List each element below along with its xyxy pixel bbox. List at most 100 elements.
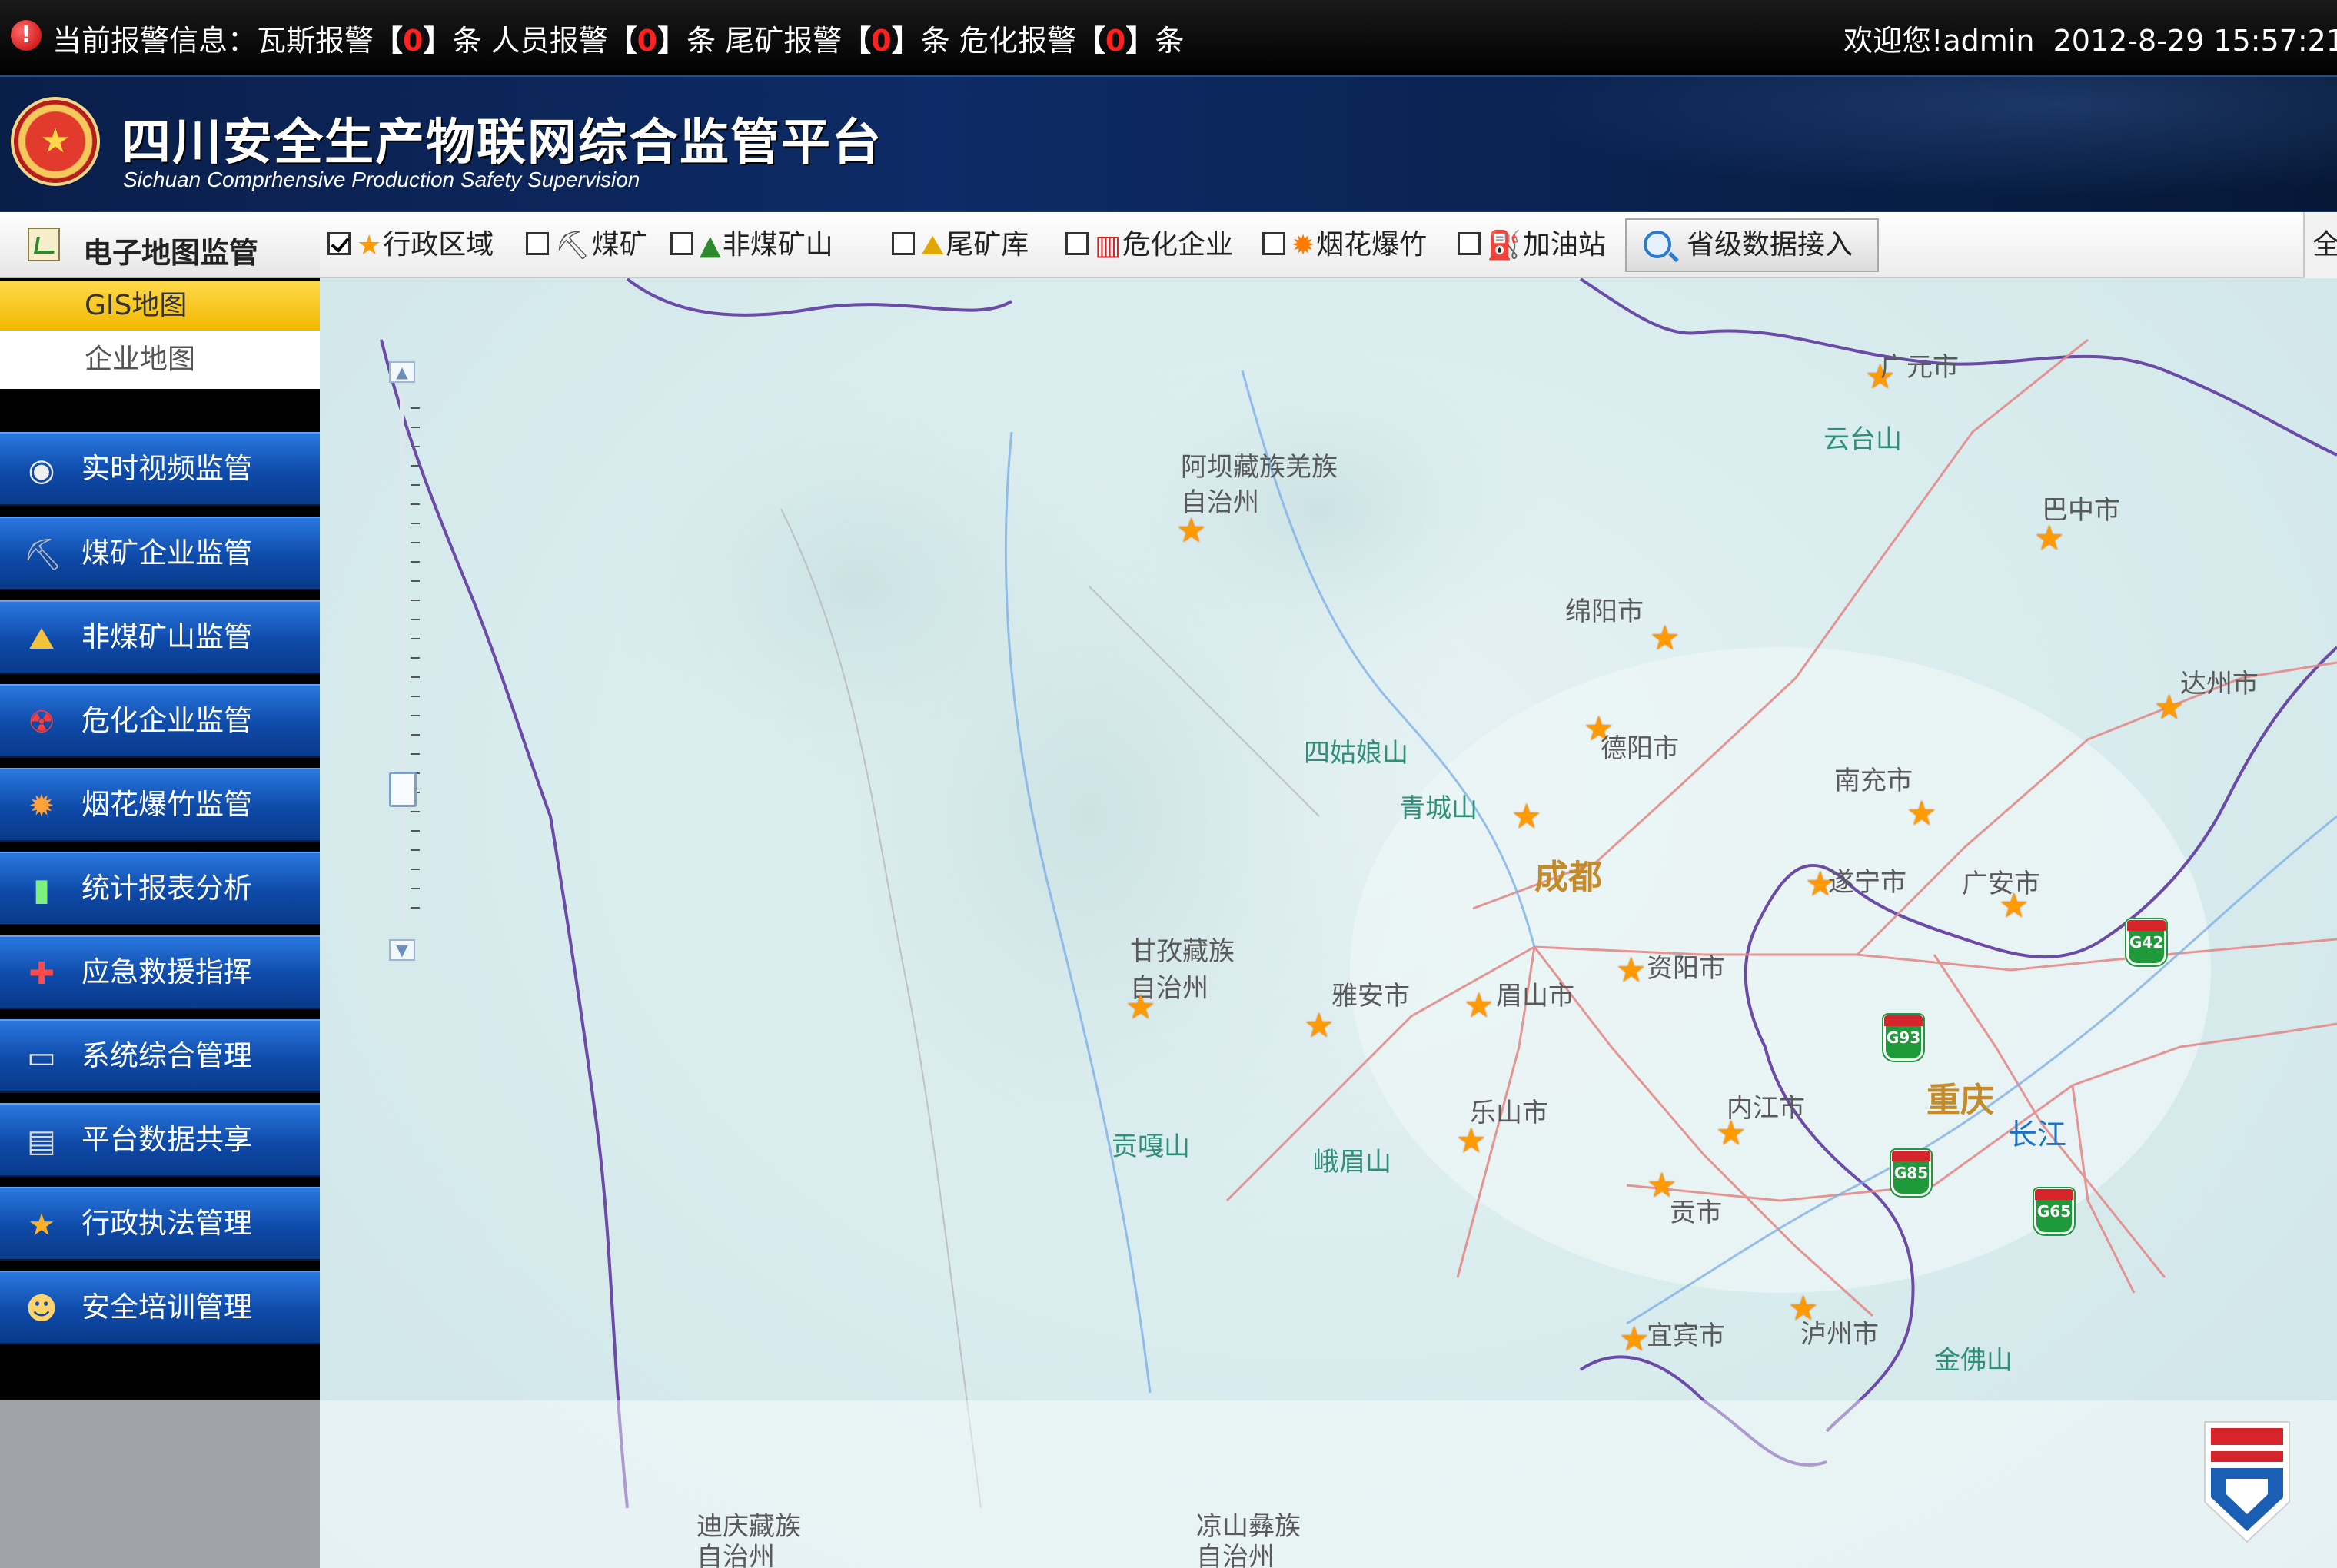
sidebar-item-rescue[interactable]: ✚ 应急救援指挥 [0,935,320,1009]
nonmine-checkbox[interactable] [670,232,693,255]
alarm-tailings-unit: 条 [920,24,950,58]
city-marker-star-icon[interactable]: ★ [1716,1117,1748,1151]
zoom-tick [411,888,420,889]
filter-nonmine[interactable]: ▲非煤矿山 [670,226,833,264]
map-label-siguniang: 四姑娘山 [1304,738,1408,769]
chemical-checkbox[interactable] [1065,232,1089,255]
alarm-gas[interactable]: 瓦斯报警【0】条 [257,24,482,58]
city-marker-star-icon[interactable]: ★ [1616,954,1648,988]
sidebar-item-stats[interactable]: ▮ 统计报表分析 [0,852,320,925]
map-label-ganzi: 甘孜藏族 [1130,936,1235,967]
zoom-slider-handle[interactable] [389,772,417,807]
gas-station-checkbox[interactable] [1458,232,1481,255]
sidebar-item-label: 行政执法管理 [81,1207,252,1240]
sidebar-item-video[interactable]: ◉ 实时视频监管 [0,432,320,506]
region-checkbox[interactable] [327,232,351,255]
zoom-tick [411,465,420,467]
city-marker-star-icon[interactable]: ★ [1511,800,1544,834]
sidebar-item-label: 平台数据共享 [81,1123,252,1156]
tailings-icon: ⛰ [921,230,945,261]
city-marker-star-icon[interactable]: ★ [1176,514,1208,548]
alarm-chemical[interactable]: 危化报警【0】条 [959,24,1185,58]
sidebar-item-nonmine[interactable]: ⛰ 非煤矿山监管 [0,600,320,674]
sidebar-item-training[interactable]: ☻ 安全培训管理 [0,1271,320,1344]
alarm-chemical-unit: 条 [1155,24,1185,58]
zoom-track[interactable] [400,392,404,922]
sidebar-item-coal[interactable]: ⛏ 煤矿企业监管 [0,517,320,590]
sidebar-item-law[interactable]: ★ 行政执法管理 [0,1187,320,1261]
filter-tailings[interactable]: ⛰尾矿库 [892,226,1029,264]
zoom-tick [411,676,420,678]
map-label-bazhong: 巴中市 [2042,495,2120,526]
sidebar-subitem-gis-map[interactable]: GIS地图 [0,281,320,331]
map-toolbar: ★行政区域 ⛏煤矿 ▲非煤矿山 ⛰尾矿库 ▥危化企业 ✹烟花爆竹 ⛽加油站 省级… [320,212,2337,311]
map-label-chongqing: 重庆 [1926,1081,1994,1120]
city-marker-star-icon[interactable]: ★ [1304,1009,1336,1043]
sidebar-item-hazard[interactable]: ☢ 危化企业监管 [0,684,320,758]
user-info: 欢迎您!admin 2012-8-29 15:57:21 [1843,17,2337,59]
city-marker-star-icon[interactable]: ★ [1999,889,2031,923]
zoom-control[interactable]: ▲ ▼ [389,361,420,961]
monitor-icon: ▭ [27,1040,56,1075]
highway-shield-g85: G85 [1891,1150,1931,1196]
firework-checkbox[interactable] [1262,232,1285,255]
alarm-person-unit: 条 [686,24,716,58]
sidebar-item-system[interactable]: ▭ 系统综合管理 [0,1019,320,1093]
map-label-jinfoshan: 金佛山 [1934,1345,2013,1376]
coal-checkbox[interactable] [526,232,549,255]
sidebar-item-label: 实时视频监管 [81,452,252,485]
provincial-data-report-button[interactable]: 省级数据接入表 [1625,218,1879,311]
zoom-tick [411,753,420,755]
city-marker-star-icon[interactable]: ★ [1456,1125,1488,1158]
sidebar-item-firework[interactable]: ✹ 烟花爆竹监管 [0,768,320,842]
hazard-icon: ☢ [28,705,55,740]
tailings-checkbox[interactable] [892,232,915,255]
alarm-gas-label: 瓦斯报警 [257,24,374,58]
sidebar-subitem-enterprise-map[interactable]: 企业地图 [0,331,320,389]
map-label-liangshan: 凉山彝族 [1196,1511,1301,1542]
alarm-tailings[interactable]: 尾矿报警【0】条 [725,24,950,58]
filter-label: 危化企业 [1122,229,1234,261]
map-label-guangyuan: 广元市 [1880,352,1959,383]
brand-logo [2204,1421,2290,1543]
zoom-tick [411,715,420,716]
zoom-tick [411,427,420,428]
filter-gas-station[interactable]: ⛽加油站 [1458,226,1606,264]
map-label-suining: 遂宁市 [1828,867,1906,898]
zoom-tick [411,830,420,832]
gis-map[interactable]: ▲ ▼ ★ 广元市 云台山 ★ 巴中市 阿坝藏族羌族 自治州 ★ 绵阳市 ★ ★… [320,278,2337,1568]
sidebar-item-datashare[interactable]: ▤ 平台数据共享 [0,1103,320,1177]
map-icon [28,228,60,261]
welcome-text: 欢迎您!admin [1843,24,2035,58]
city-marker-star-icon[interactable]: ★ [2034,522,2066,556]
sidebar-section-map[interactable]: 电子地图监管 [0,212,320,278]
city-marker-star-icon[interactable]: ★ [1125,991,1158,1025]
filter-chemical[interactable]: ▥危化企业 [1065,226,1233,264]
alarm-text: 当前报警信息：瓦斯报警【0】条 人员报警【0】条 尾矿报警【0】条 危化报警【0… [52,17,1184,59]
zoom-in-button[interactable]: ▲ [389,361,415,383]
firework-icon: ✹ [1292,230,1315,261]
filter-label: 加油站 [1522,229,1606,261]
alarm-current-label: 当前报警信息： [52,24,258,58]
highway-shield-g65: G65 [2034,1188,2074,1234]
zoom-out-button[interactable]: ▼ [389,939,415,961]
city-marker-star-icon[interactable]: ★ [1906,797,1939,831]
star-icon: ★ [28,1208,55,1243]
filter-coal[interactable]: ⛏煤矿 [526,226,647,264]
zoom-tick [411,600,420,601]
filter-firework[interactable]: ✹烟花爆竹 [1262,226,1427,264]
alarm-icon: ! [11,20,42,51]
sidebar-bottom-fill [0,1400,320,1568]
zoom-tick [411,523,420,524]
map-label-qingcheng: 青城山 [1399,793,1478,824]
city-marker-star-icon[interactable]: ★ [1650,622,1682,656]
sidebar-item-label: 煤矿企业监管 [81,537,252,570]
users-icon: ☻ [25,1291,58,1327]
chart-icon: ▮ [32,872,50,908]
filter-region[interactable]: ★行政区域 [327,226,494,264]
city-marker-star-icon[interactable]: ★ [1464,989,1496,1023]
map-label-aba: 阿坝藏族羌族 [1181,452,1338,483]
alarm-person[interactable]: 人员报警【0】条 [491,24,716,58]
map-label-meishan: 眉山市 [1496,981,1574,1012]
toolbar-truncated-item[interactable]: 全 [2303,212,2337,278]
